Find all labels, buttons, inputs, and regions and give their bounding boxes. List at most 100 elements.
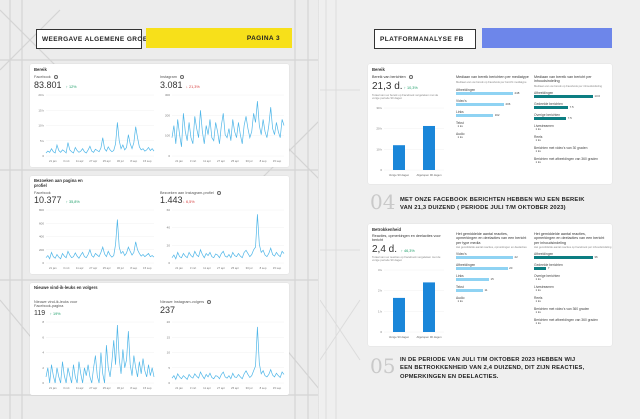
- metric-label-instagram: Nieuwe Instagram-volgers: [160, 300, 205, 304]
- bar-row-value: 11: [484, 288, 488, 293]
- bar-row-value: 1 ks: [457, 124, 463, 129]
- bar-row-label: Berichten met video's van 360 graden: [534, 307, 590, 311]
- x-tick-label: 3 mrt: [190, 266, 197, 270]
- y-tick-label: 0: [42, 381, 44, 385]
- metric-label-facebook: Facebook: [34, 75, 51, 79]
- metric-label-facebook: Nieuwe vind-ik-leuks voor Facebook-pagin…: [34, 300, 78, 309]
- follows-facebook-value: 119: [34, 310, 46, 317]
- blue-header-block: [482, 28, 612, 48]
- x-tick-label: 15 sep: [273, 266, 282, 270]
- x-tick-label: 3 mrt: [63, 159, 70, 163]
- info-icon[interactable]: [53, 75, 58, 79]
- stat-text-line: EEN BETROKKENHEID VAN 2,4 DUIZEND, DIT Z…: [400, 365, 585, 372]
- bar-row: Tekst 1 ks: [456, 121, 528, 130]
- x-tick-label: 8 sep: [260, 386, 267, 390]
- y-tick-label: 200: [165, 113, 170, 117]
- bar-row-value: 248: [514, 91, 520, 96]
- content-format-bars: Afbeeldingen 13.6 Gedeelde berichten 7.5 Ove…: [534, 91, 608, 181]
- visits-facebook-value: 10.377: [34, 195, 62, 205]
- x-tick-label: 30 jul: [246, 386, 253, 390]
- bar-row: Reels 1 ks: [534, 296, 608, 305]
- engagement-subtext-line: vorige periode 90 dagen: [372, 258, 403, 263]
- bar-row-value: 1 ks: [535, 127, 541, 132]
- col2-subtitle-line: Mediaan van uw bereik op Facebook per be…: [456, 81, 527, 84]
- bar-row-fill: [456, 267, 508, 270]
- y-tick-label: 20: [167, 320, 171, 324]
- y-tick-label: 1 k: [378, 309, 383, 313]
- visits-instagram-change: ↓ 6,5%: [183, 200, 195, 204]
- left-header-title: WEERGAVE ALGEMENE GROEI: [36, 29, 149, 49]
- info-icon[interactable]: [408, 75, 413, 80]
- x-tick-label: 11 apr: [76, 159, 84, 163]
- stat-text-line: IN DE PERIODE VAN JULI T/M OKTOBER 2023 …: [400, 357, 576, 363]
- y-tick-label: 6: [42, 335, 44, 339]
- x-tick-label: 25 apr: [231, 266, 239, 270]
- y-tick-label: 100: [165, 134, 170, 138]
- card-title: Bereik: [34, 67, 47, 72]
- stat-number-05: 05: [370, 354, 396, 378]
- card-title: Bereik: [372, 67, 385, 72]
- y-tick-label: 0: [42, 261, 44, 265]
- page-left: WEERGAVE ALGEMENE GROEI PAGINA 3 Bereik …: [0, 0, 320, 419]
- stat-text-line: VAN 21,3 DUIZEND ( PERIODE JULI T/M OKTO…: [400, 205, 566, 212]
- info-icon[interactable]: [207, 300, 212, 304]
- bar-row-fill: [456, 278, 489, 281]
- y-tick-label: 15 k: [38, 108, 44, 112]
- bar-row-fill: [456, 289, 483, 292]
- engagement-subtext: Totaal van uw reacties op Facebook verge…: [372, 255, 440, 263]
- x-tick-label: 11 apr: [76, 266, 84, 270]
- bar-row-value: 7.5: [567, 116, 572, 121]
- bar-row-fill: [456, 114, 494, 117]
- y-tick-label: 30 k: [376, 106, 382, 110]
- bar-row: Afbeeldingen 20: [456, 263, 528, 272]
- visits-facebook-change: ↑ 35,8%: [66, 200, 80, 204]
- reach-instagram-value: 3.081: [160, 80, 183, 90]
- engagement-comparison-bar-chart: 3 k 2 k 1 k 0 Vorige 90 dagen Afgelopen 90 da…: [378, 268, 444, 339]
- bar-row: Berichten met afbeeldingen van 360 grade…: [534, 318, 608, 327]
- bar-row: Links 162: [456, 110, 528, 119]
- bar-row-value: 1 ks: [457, 135, 463, 140]
- bar-row: Links 15: [456, 274, 528, 283]
- x-tick-label: 25 apr: [103, 159, 111, 163]
- reach-instagram-change: ↓ 21,3%: [186, 85, 200, 89]
- col3-title: Mediaan van bereik van bericht per inhou…: [534, 75, 592, 84]
- y-tick-label: 5: [168, 366, 170, 370]
- bar-row-value: 1 ks: [535, 321, 541, 326]
- bar-row-value: 1 ks: [535, 288, 541, 293]
- col3-title-line: opmerkingen en deelacties van een berich…: [534, 236, 605, 241]
- series-line: [45, 219, 155, 260]
- y-tick-label: 0: [380, 330, 382, 334]
- reach-big-value: 21,3 d.: [372, 81, 403, 92]
- y-tick-label: 15: [167, 335, 171, 339]
- info-icon[interactable]: [216, 191, 221, 195]
- x-tick-label: 21 jan: [49, 159, 57, 163]
- x-tick-label: 21 jan: [175, 266, 183, 270]
- stat-text-engagement: IN DE PERIODE VAN JULI T/M OKTOBER 2023 …: [400, 356, 584, 381]
- metric-label-instagram: Instagram: [160, 75, 177, 79]
- reach-subtext-line: vorige periode 90 dagen: [372, 96, 403, 101]
- bar-row: Livestreamen 1 ks: [534, 285, 608, 294]
- bar-label: Vorige 90 dagen: [389, 335, 410, 339]
- comparison-bar: [423, 282, 435, 332]
- info-icon[interactable]: [179, 75, 184, 79]
- bar-row-value: 1 ks: [535, 160, 541, 165]
- bar-row-value: 36: [594, 255, 598, 260]
- x-tick-label: 30 jul: [117, 386, 124, 390]
- y-tick-label: 800: [39, 208, 44, 212]
- y-tick-label: 8: [42, 320, 44, 324]
- y-tick-label: 20: [167, 243, 171, 247]
- bar-row-fill: [456, 103, 504, 106]
- bar-row-value: 13.6: [594, 94, 601, 99]
- col3-subtitle: Mediaan van uw bereik op Facebook per in…: [534, 85, 602, 88]
- bar-row: Afbeeldingen 13.6: [534, 91, 608, 100]
- media-type-bars: Video's 22 Afbeeldingen 20 Links 15 Tekst 11 Aud…: [456, 252, 528, 342]
- y-tick-label: 0: [168, 261, 170, 265]
- bar-row: Tekst 11: [456, 285, 528, 294]
- x-tick-label: 25 apr: [103, 386, 111, 390]
- x-tick-label: 15 sep: [273, 386, 282, 390]
- bar-row-value: 15: [490, 277, 494, 282]
- x-tick-label: 3 mrt: [63, 386, 70, 390]
- follows-instagram-value: 237: [160, 305, 176, 315]
- page-number-label: PAGINA 3: [146, 28, 292, 48]
- x-tick-label: 8 sep: [130, 386, 137, 390]
